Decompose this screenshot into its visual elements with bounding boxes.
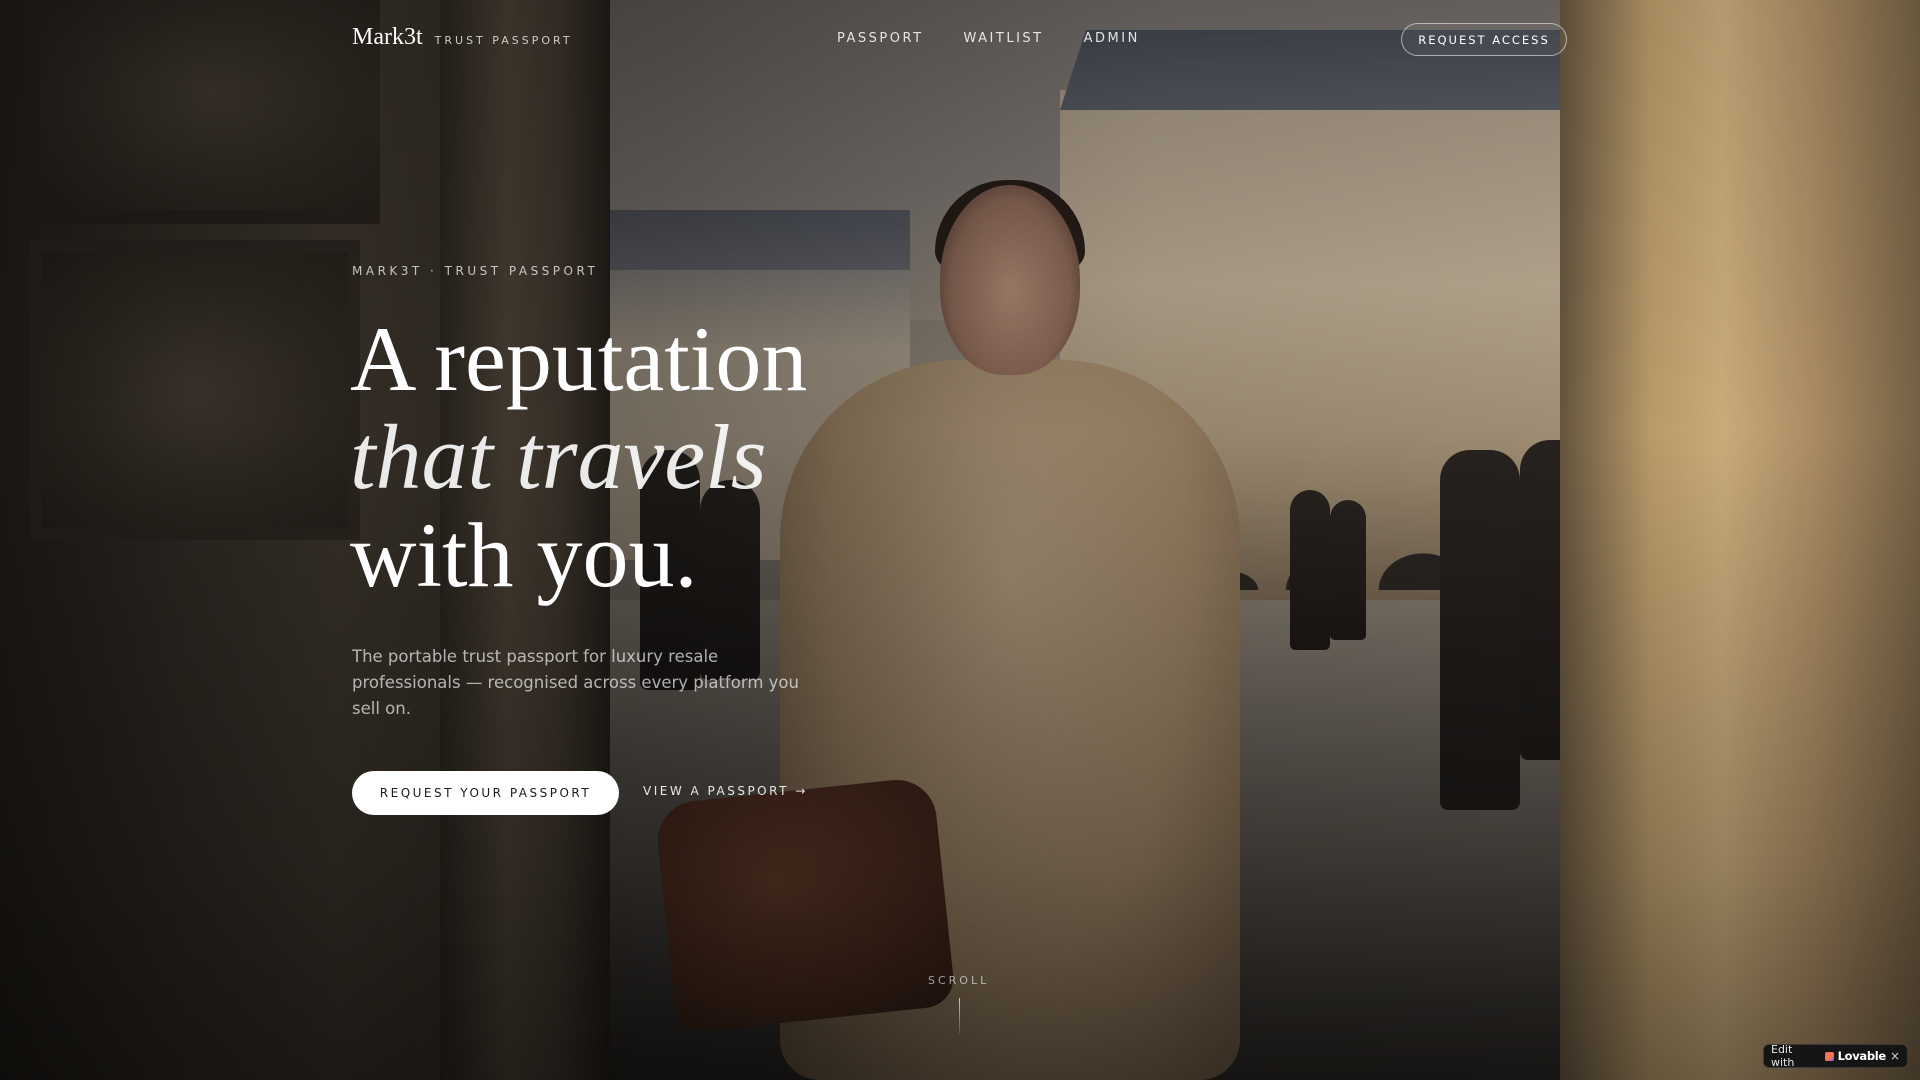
brand[interactable]: Mark3t TRUST PASSPORT (352, 24, 573, 51)
scroll-indicator-line (959, 998, 960, 1034)
nav-link-admin[interactable]: ADMIN (1084, 31, 1140, 46)
hero-subtext: The portable trust passport for luxury r… (352, 647, 799, 718)
lovable-heart-icon (1824, 1051, 1834, 1061)
headline-line-italic: that travels (350, 406, 767, 508)
close-icon[interactable]: × (1890, 1049, 1900, 1063)
badge-prefix: Edit with (1771, 1043, 1795, 1069)
dark-overlay (0, 0, 1920, 1080)
lovable-badge[interactable]: Edit with Lovable × (1763, 1043, 1908, 1069)
hero-background-image (0, 0, 1920, 1080)
badge-brand: Lovable (1837, 1049, 1887, 1063)
headline-line: with you. (350, 504, 698, 606)
scroll-indicator-label[interactable]: SCROLL (928, 974, 989, 987)
headline-line: A reputation (350, 308, 808, 410)
nav-link-waitlist[interactable]: WAITLIST (964, 31, 1044, 46)
main-nav: PASSPORT WAITLIST ADMIN (837, 31, 1140, 46)
view-passport-link[interactable]: VIEW A PASSPORT → (643, 784, 808, 798)
hero-eyebrow: MARK3T · TRUST PASSPORT (352, 264, 599, 278)
request-access-button[interactable]: REQUEST ACCESS (1401, 23, 1567, 56)
brand-subtitle: TRUST PASSPORT (434, 34, 573, 47)
request-passport-button[interactable]: REQUEST YOUR PASSPORT (352, 771, 619, 815)
site-header: Mark3t TRUST PASSPORT PASSPORT WAITLIST … (0, 0, 1920, 80)
nav-link-passport[interactable]: PASSPORT (837, 31, 924, 46)
brand-logo[interactable]: Mark3t (352, 24, 423, 51)
hero-headline: A reputation that travels with you. (350, 310, 807, 604)
